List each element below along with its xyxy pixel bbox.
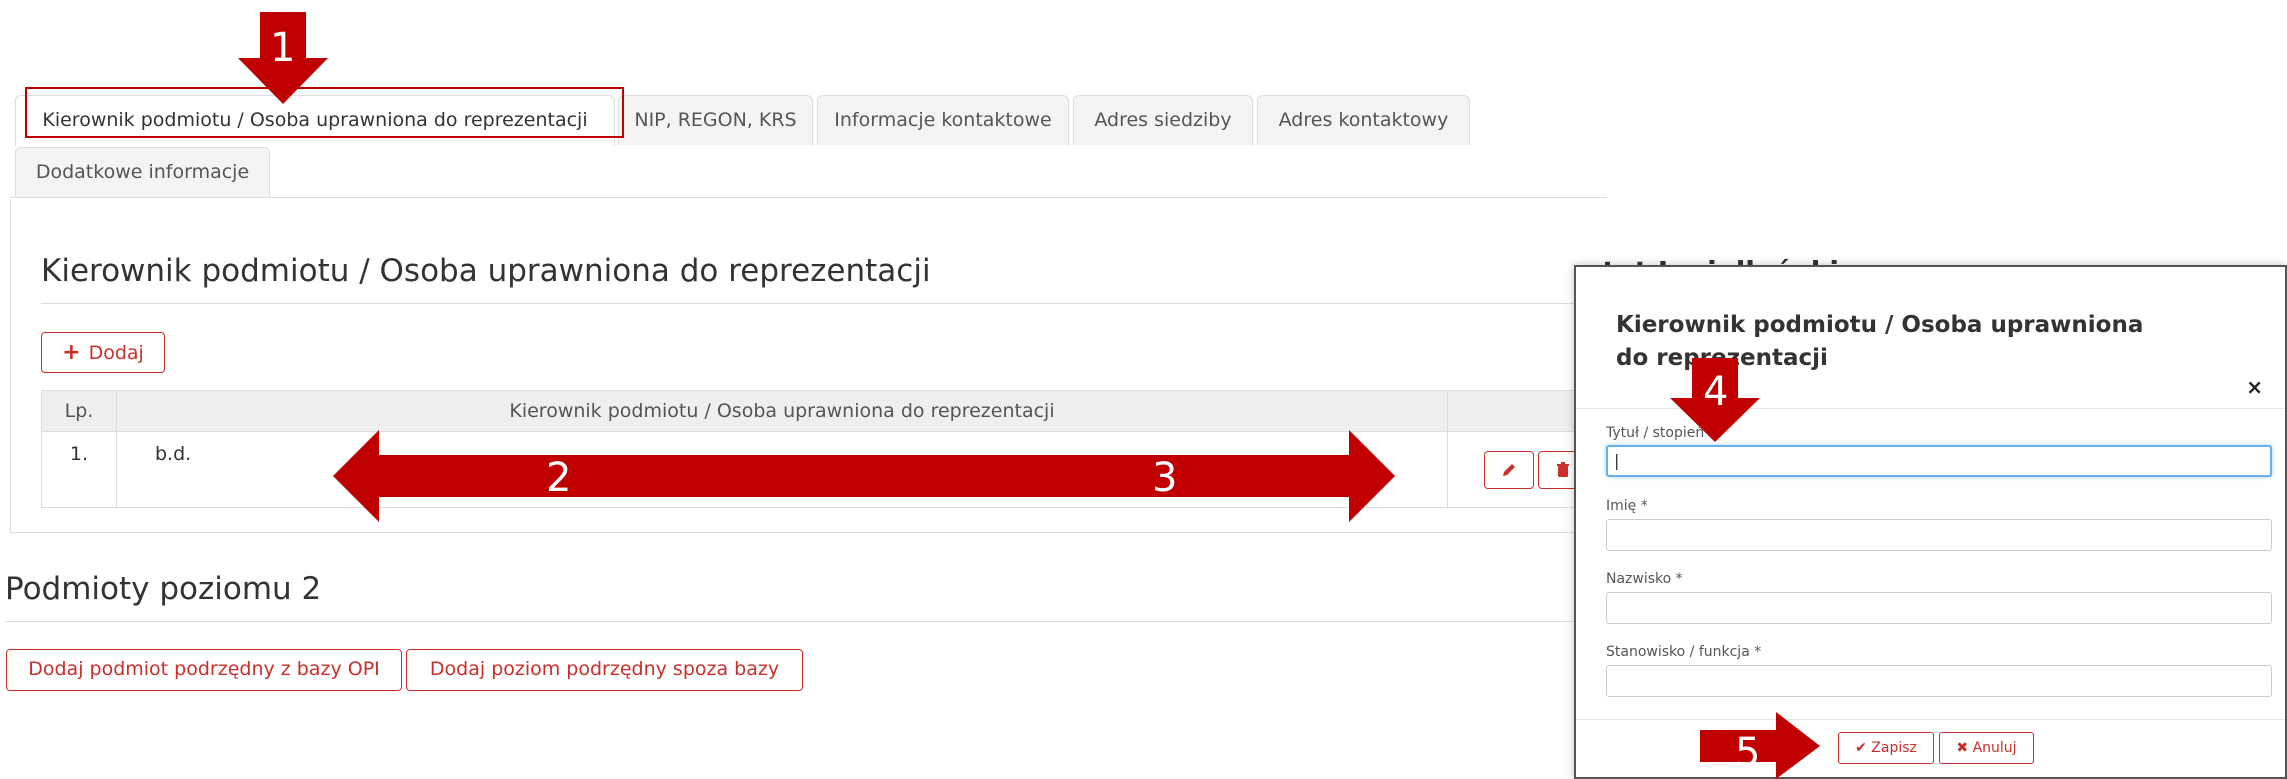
- annotation-number-2: 2: [546, 455, 572, 501]
- section2-divider: [5, 621, 1607, 622]
- section-title-kierownik: Kierownik podmiotu / Osoba uprawniona do…: [41, 253, 931, 289]
- tytul-input[interactable]: |: [1606, 445, 2272, 477]
- edit-button[interactable]: [1484, 451, 1534, 489]
- annotation-double-arrow-icon: [333, 430, 1395, 522]
- section-title-podmioty: Podmioty poziomu 2: [5, 571, 322, 607]
- cancel-button[interactable]: ✖ Anuluj: [1939, 732, 2034, 764]
- add-outside-db-button[interactable]: Dodaj poziom podrzędny spoza bazy: [406, 649, 803, 691]
- nazwisko-input[interactable]: [1606, 592, 2272, 624]
- plus-icon: +: [62, 340, 81, 365]
- label-imie: Imię *: [1606, 498, 1648, 514]
- trash-icon: [1557, 462, 1569, 477]
- label-nazwisko: Nazwisko *: [1606, 571, 1683, 587]
- annotation-number-3: 3: [1152, 455, 1178, 501]
- modal-footer-divider: [1576, 719, 2285, 720]
- stanowisko-input[interactable]: [1606, 665, 2272, 697]
- table-header: Lp. Kierownik podmiotu / Osoba uprawnion…: [42, 391, 1608, 432]
- x-icon: ✖: [1956, 740, 1969, 756]
- cancel-label: Anuluj: [1972, 740, 2017, 756]
- save-label: Zapisz: [1871, 740, 1917, 756]
- section-divider: [41, 303, 1609, 304]
- pencil-icon: [1503, 464, 1515, 476]
- check-icon: ✔: [1855, 740, 1867, 756]
- tab-adres-kontaktowy[interactable]: Adres kontaktowy: [1257, 95, 1470, 145]
- header-kierownik: Kierownik podmiotu / Osoba uprawniona do…: [117, 391, 1448, 431]
- save-button[interactable]: ✔ Zapisz: [1838, 732, 1934, 764]
- tab-adres-siedziby[interactable]: Adres siedziby: [1073, 95, 1253, 145]
- annotation-number-4: 4: [1703, 369, 1729, 415]
- tabs-underline: [10, 197, 1607, 198]
- annotation-number-5: 5: [1735, 730, 1761, 776]
- panel-border-left: [10, 198, 11, 533]
- tab-nip-regon-krs[interactable]: NIP, REGON, KRS: [618, 95, 813, 145]
- add-button-label: Dodaj: [88, 342, 144, 364]
- cell-lp: 1.: [42, 432, 117, 507]
- tab-dodatkowe-informacje[interactable]: Dodatkowe informacje: [15, 147, 270, 197]
- tab-informacje-kontaktowe[interactable]: Informacje kontaktowe: [817, 95, 1069, 145]
- header-lp: Lp.: [42, 391, 117, 431]
- panel-border-bottom: [10, 532, 1607, 533]
- close-icon[interactable]: ×: [2246, 375, 2263, 399]
- add-from-db-button[interactable]: Dodaj podmiot podrzędny z bazy OPI: [6, 649, 402, 691]
- annotation-number-1: 1: [270, 25, 296, 71]
- add-button[interactable]: + Dodaj: [41, 332, 165, 373]
- label-stanowisko: Stanowisko / funkcja *: [1606, 644, 1762, 660]
- imie-input[interactable]: [1606, 519, 2272, 551]
- edit-modal: Kierownik podmiotu / Osoba uprawniona do…: [1574, 265, 2287, 779]
